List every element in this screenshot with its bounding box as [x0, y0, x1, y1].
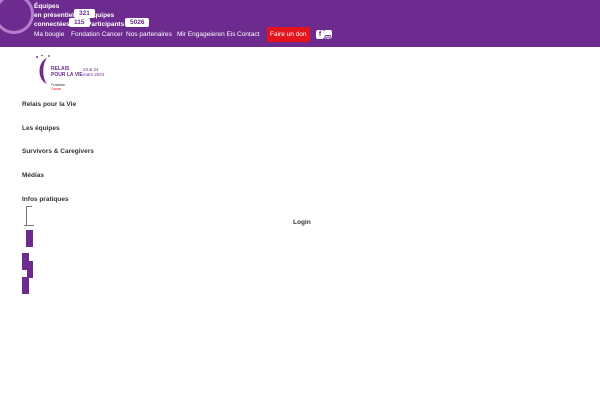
logo-org2: Cancer — [51, 87, 62, 91]
nav-item-nos-partenaires[interactable]: Nos partenaires — [126, 30, 172, 40]
connectees-label: connectées — [34, 21, 70, 28]
menu-item-les-equipes[interactable]: Les équipes — [22, 125, 60, 132]
participants-count-badge: 5026 — [125, 18, 150, 27]
relais-logo[interactable]: RELAIS POUR LA VIE 23 & 24 mars 2024 Fon… — [33, 54, 108, 92]
equipes-label: Équipes — [34, 3, 60, 10]
login-link[interactable]: Login — [293, 219, 311, 226]
divider-line — [24, 225, 34, 226]
nav-item-contact[interactable]: Contact — [237, 30, 259, 40]
top-bar: Équipes en présentiel 321 Équipes connec… — [0, 0, 600, 47]
nav-item-ma-bougie[interactable]: Ma bougie — [34, 30, 64, 40]
menu-item-survivors-caregivers[interactable]: Survivors & Caregivers — [22, 148, 94, 155]
menu-item-infos-pratiques[interactable]: Infos pratiques — [22, 196, 69, 203]
purple-block — [26, 230, 33, 247]
ring-logo-icon — [0, 0, 34, 34]
equipes2-label: Équipes — [89, 12, 115, 19]
menu-item-relais-pour-la-vie[interactable]: Relais pour la Vie — [22, 101, 76, 108]
facebook-icon[interactable]: f — [316, 30, 324, 39]
nav-item-fondation-cancer[interactable]: Fondation Cancer — [71, 30, 123, 40]
participants-label: Participants — [87, 21, 125, 28]
purple-block — [27, 261, 33, 278]
logo-line2: POUR LA VIE — [51, 72, 83, 78]
logo-date2: mars 2024 — [83, 72, 105, 77]
purple-block — [22, 277, 29, 294]
menu-item-medias[interactable]: Médias — [22, 172, 44, 179]
instagram-icon[interactable] — [324, 30, 332, 42]
donate-button[interactable]: Faire un don — [267, 27, 310, 42]
nav-item-mir-engageieren-eis[interactable]: Mir Engageieren Eis — [177, 30, 236, 40]
divider-line — [26, 206, 27, 225]
